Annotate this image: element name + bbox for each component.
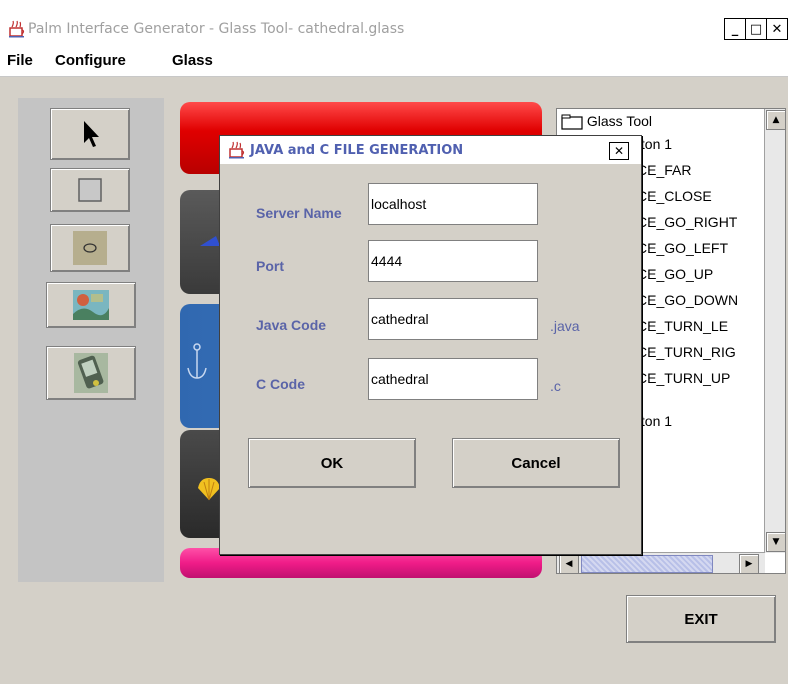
tool-palette — [18, 98, 164, 582]
file-generation-dialog: JAVA and C FILE GENERATION ✕ Server Name… — [219, 135, 642, 555]
c-code-label: C Code — [256, 376, 305, 392]
device-tool-button[interactable] — [46, 346, 136, 400]
close-button[interactable]: ✕ — [766, 18, 788, 40]
window-titlebar: Palm Interface Generator - Glass Tool- c… — [0, 0, 788, 44]
anchor-icon — [187, 343, 207, 379]
cancel-button[interactable]: Cancel — [452, 438, 620, 488]
window-title: Palm Interface Generator - Glass Tool- c… — [28, 21, 405, 37]
vertical-scrollbar[interactable]: ▲ ▼ — [764, 109, 785, 553]
menu-configure[interactable]: Configure — [55, 52, 126, 69]
c-suffix: .c — [550, 378, 561, 394]
dialog-title: JAVA and C FILE GENERATION — [250, 143, 464, 158]
tree-item[interactable]: CE_TURN_LE — [637, 318, 728, 340]
tree-item[interactable]: CE_GO_RIGHT — [637, 214, 737, 236]
tree-item[interactable]: CE_FAR — [637, 162, 691, 184]
oval-tool-button[interactable] — [50, 224, 130, 272]
menu-file[interactable]: File — [7, 52, 33, 69]
maximize-button[interactable]: □ — [745, 18, 767, 40]
java-code-label: Java Code — [256, 317, 327, 333]
select-tool-button[interactable] — [50, 108, 130, 160]
rectangle-tool-button[interactable] — [50, 168, 130, 212]
server-name-label: Server Name — [256, 205, 342, 221]
oval-icon — [73, 231, 107, 265]
tree-root[interactable]: Glass Tool — [561, 113, 652, 135]
tree-item[interactable]: tton 1 — [637, 413, 672, 435]
java-cup-icon — [229, 141, 245, 159]
port-label: Port — [256, 258, 284, 274]
java-suffix: .java — [550, 318, 580, 334]
scroll-left-arrow-icon[interactable]: ◀ — [559, 554, 579, 573]
ok-button[interactable]: OK — [248, 438, 416, 488]
minimize-button[interactable]: _ — [724, 18, 746, 40]
scroll-right-arrow-icon[interactable]: ▶ — [739, 554, 759, 573]
c-code-input[interactable] — [368, 358, 538, 400]
tree-item[interactable]: CE_TURN_UP — [637, 370, 730, 392]
exit-button[interactable]: EXIT — [626, 595, 776, 643]
java-code-input[interactable] — [368, 298, 538, 340]
dialog-close-button[interactable]: ✕ — [609, 142, 629, 160]
menu-glass[interactable]: Glass — [172, 52, 213, 69]
java-cup-icon — [9, 20, 25, 38]
menu-bar: File Configure Glass — [0, 44, 788, 77]
palm-device-icon — [74, 353, 108, 393]
scroll-thumb[interactable] — [581, 555, 713, 573]
rectangle-icon — [78, 178, 102, 202]
server-name-input[interactable] — [368, 183, 538, 225]
tree-item[interactable]: CE_GO_LEFT — [637, 240, 728, 262]
port-input[interactable] — [368, 240, 538, 282]
picture-icon — [73, 290, 109, 320]
horizontal-scrollbar[interactable]: ◀ ▶ — [557, 552, 765, 573]
scroll-up-arrow-icon[interactable]: ▲ — [766, 110, 785, 130]
tree-item[interactable]: CE_GO_UP — [637, 266, 713, 288]
image-tool-button[interactable] — [46, 282, 136, 328]
tree-item[interactable]: CE_CLOSE — [637, 188, 712, 210]
tree-item[interactable]: CE_TURN_RIG — [637, 344, 736, 366]
dialog-titlebar: JAVA and C FILE GENERATION ✕ — [220, 136, 641, 164]
scroll-down-arrow-icon[interactable]: ▼ — [766, 532, 785, 552]
tree-root-label: Glass Tool — [586, 113, 652, 129]
tree-item[interactable]: tton 1 — [637, 136, 672, 158]
tree-item[interactable]: CE_GO_DOWN — [637, 292, 738, 314]
pointer-arrow-icon — [84, 121, 99, 147]
folder-icon — [561, 114, 583, 130]
